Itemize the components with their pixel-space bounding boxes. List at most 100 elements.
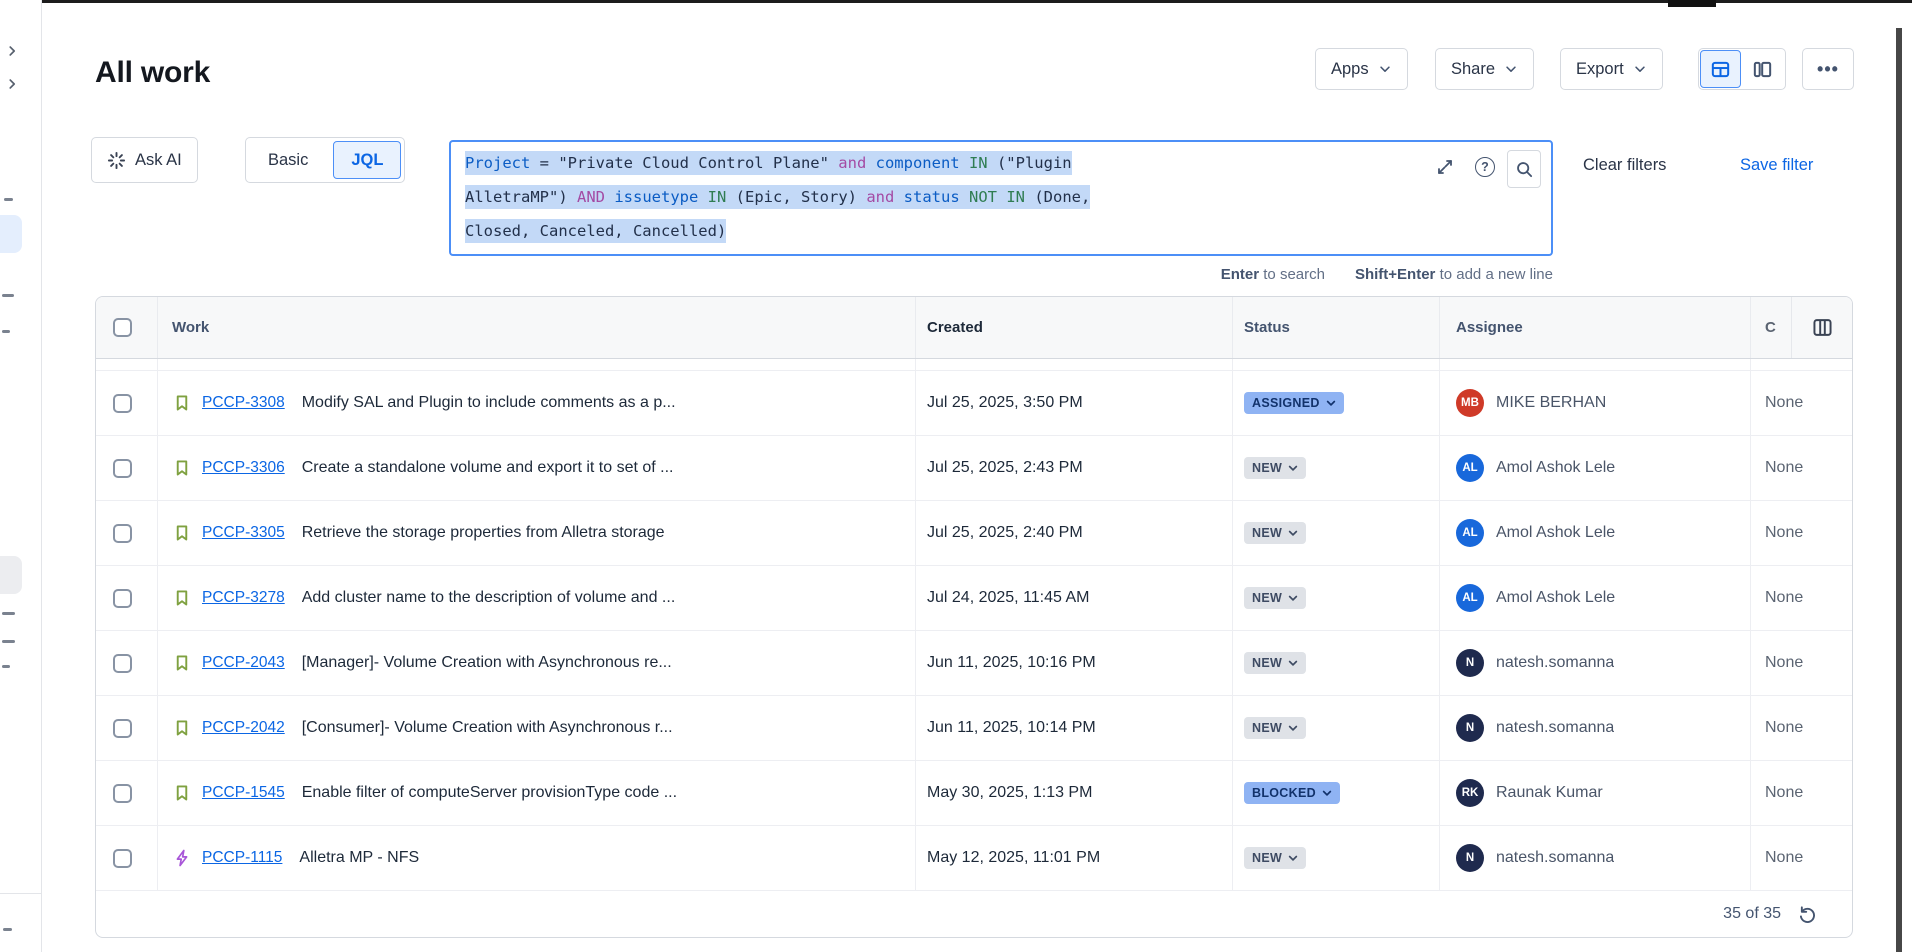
refresh-icon[interactable] [1797,904,1818,925]
assignee-name: natesh.somanna [1496,719,1614,737]
created-value: Jun 11, 2025, 10:16 PM [927,654,1096,672]
hint-shift-text: to add a new line [1435,266,1553,283]
detail-view-toggle[interactable] [1742,50,1783,88]
issue-key-link[interactable]: PCCP-1545 [202,784,285,802]
jql-token: ("Plugin [988,154,1072,172]
status-badge[interactable]: NEW [1244,522,1306,544]
chevron-down-icon [1287,722,1299,734]
jql-hint: Enter to searchShift+Enter to add a new … [900,266,1553,283]
mode-jql-tab[interactable]: JQL [333,141,401,179]
row-checkbox[interactable] [113,459,132,478]
export-button[interactable]: Export [1560,48,1663,90]
row-checkbox[interactable] [113,654,132,673]
sidebar-item-fragment[interactable] [2,612,15,615]
sidebar-item-fragment[interactable] [2,665,10,668]
select-all-checkbox[interactable] [113,318,132,337]
assignee-name: Amol Ashok Lele [1496,524,1615,542]
status-label: BLOCKED [1252,786,1316,800]
issue-key-link[interactable]: PCCP-1115 [202,849,282,867]
work-cell: PCCP-2043 [Manager]- Volume Creation wit… [158,631,916,695]
table-row: PCCP-2043 [Manager]- Volume Creation wit… [96,631,1852,696]
row-select-cell [96,501,158,565]
created-value: May 12, 2025, 11:01 PM [927,849,1100,867]
issue-key-link[interactable]: PCCP-2042 [202,719,285,737]
save-filter-button[interactable]: Save filter [1740,156,1813,175]
apps-button-label: Apps [1331,60,1369,79]
list-view-toggle[interactable] [1700,50,1741,88]
status-badge[interactable]: ASSIGNED [1244,392,1344,414]
column-settings-cell [1791,297,1852,358]
issue-key-link[interactable]: PCCP-3278 [202,589,285,607]
status-label: NEW [1252,461,1282,475]
window-top-edge [28,0,1912,3]
row-checkbox[interactable] [113,524,132,543]
sidebar-item-selected[interactable] [0,215,22,253]
extra-cell: None [1751,436,1852,500]
issue-key-link[interactable]: PCCP-2043 [202,654,285,672]
chevron-right-icon[interactable] [5,44,19,63]
issue-key-link[interactable]: PCCP-3308 [202,394,285,412]
sidebar-item-fragment[interactable] [4,198,13,201]
story-bookmark-icon [173,394,191,412]
syntax-help-button[interactable]: ? [1474,156,1496,178]
chevron-down-icon [1287,462,1299,474]
chevron-right-icon[interactable] [5,77,19,96]
sidebar-item-hover[interactable] [0,556,22,594]
status-badge[interactable]: NEW [1244,587,1306,609]
extra-cell: None [1751,501,1852,565]
jql-line-1: Project = "Private Cloud Control Plane" … [465,151,1072,175]
ask-ai-button[interactable]: Ask AI [91,137,198,183]
status-label: NEW [1252,851,1282,865]
view-toggle-group [1698,48,1786,90]
assignee-cell: N natesh.somanna [1440,631,1751,695]
mode-basic-tab[interactable]: Basic [246,138,330,182]
chevron-down-icon [1287,657,1299,669]
avatar: N [1456,844,1484,872]
issue-key-link[interactable]: PCCP-3305 [202,524,285,542]
column-header-assignee[interactable]: Assignee [1440,297,1751,358]
extra-value: None [1765,589,1803,607]
extra-value: None [1765,719,1803,737]
window-right-edge [1896,28,1902,952]
status-badge[interactable]: NEW [1244,652,1306,674]
issue-key-link[interactable]: PCCP-3306 [202,459,285,477]
row-select-cell [96,436,158,500]
issue-type-icon [172,718,192,738]
row-checkbox[interactable] [113,589,132,608]
share-button-label: Share [1451,60,1495,79]
avatar: MB [1456,389,1484,417]
apps-button[interactable]: Apps [1315,48,1408,90]
sidebar-divider [0,893,41,894]
chevron-down-icon [1287,527,1299,539]
status-badge[interactable]: BLOCKED [1244,782,1340,804]
sidebar-item-fragment[interactable] [2,640,15,643]
assignee-name: natesh.somanna [1496,849,1614,867]
row-checkbox[interactable] [113,394,132,413]
sidebar-item-fragment[interactable] [2,294,14,297]
column-header-status[interactable]: Status [1233,297,1440,358]
status-badge[interactable]: NEW [1244,847,1306,869]
share-button[interactable]: Share [1435,48,1534,90]
status-badge[interactable]: NEW [1244,457,1306,479]
table-row: PCCP-3308 Modify SAL and Plugin to inclu… [96,371,1852,436]
created-value: Jul 25, 2025, 2:43 PM [927,459,1083,477]
column-header-created[interactable]: Created [916,297,1233,358]
column-header-work[interactable]: Work [158,297,916,358]
status-badge[interactable]: NEW [1244,717,1306,739]
row-select-cell [96,631,158,695]
search-button[interactable] [1507,150,1541,188]
row-checkbox[interactable] [113,849,132,868]
row-checkbox[interactable] [113,784,132,803]
status-cell: NEW [1233,631,1440,695]
expand-editor-button[interactable] [1434,156,1456,178]
sidebar-item-fragment[interactable] [2,330,10,333]
columns-settings-icon[interactable] [1811,316,1834,339]
sidebar-item-fragment[interactable] [3,928,12,931]
table-row: PCCP-2042 [Consumer]- Volume Creation wi… [96,696,1852,761]
more-options-button[interactable]: ••• [1802,48,1854,90]
clear-filters-button[interactable]: Clear filters [1583,156,1666,175]
avatar: RK [1456,779,1484,807]
jql-input[interactable]: Project = "Private Cloud Control Plane" … [449,140,1553,256]
row-checkbox[interactable] [113,719,132,738]
issue-title: Modify SAL and Plugin to include comment… [302,394,686,412]
